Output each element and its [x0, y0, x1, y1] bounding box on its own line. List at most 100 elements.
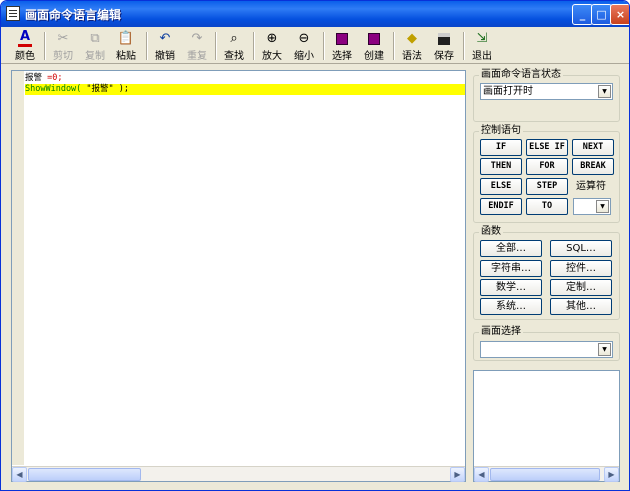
functions-group: 函数 全部… SQL… 字符串… 控件… 数学… 定制… 系统… 其他… [473, 226, 620, 320]
custom-functions-button[interactable]: 定制… [550, 279, 612, 296]
purple-square-icon [336, 33, 348, 45]
then-button[interactable]: THEN [480, 158, 522, 175]
save-label: 保存 [434, 51, 454, 62]
floppy-disk-icon [438, 33, 450, 45]
zoom-in-button[interactable]: ⊕ 放大 [256, 31, 288, 62]
zoom-in-icon: ⊕ [266, 31, 278, 46]
system-functions-button[interactable]: 系统… [480, 298, 542, 315]
functions-group-title: 函数 [479, 226, 503, 238]
create-label: 创建 [364, 51, 384, 62]
select-button[interactable]: 选择 [326, 31, 358, 62]
chevron-down-icon[interactable]: ▼ [598, 343, 611, 356]
screen-select[interactable]: ▼ [480, 341, 613, 358]
toolbar-separator [253, 32, 255, 60]
document-icon [6, 6, 20, 21]
window-title: 画面命令语言编辑 [25, 8, 122, 22]
toolbar-separator [393, 32, 395, 60]
toolbar-separator [146, 32, 148, 60]
scroll-thumb[interactable] [490, 468, 600, 481]
scroll-left-icon[interactable]: ◀ [12, 467, 27, 482]
other-functions-button[interactable]: 其他… [550, 298, 612, 315]
find-label: 查找 [224, 51, 244, 62]
redo-label: 重复 [187, 51, 207, 62]
chevron-down-icon[interactable]: ▼ [598, 85, 611, 98]
zoom-out-button[interactable]: ⊖ 缩小 [288, 31, 320, 62]
all-functions-button[interactable]: 全部… [480, 240, 542, 257]
code-editor[interactable]: 报警 =0; ShowWindow( "报警" ); ◀ ▶ [11, 70, 466, 482]
math-functions-button[interactable]: 数学… [480, 279, 542, 296]
for-button[interactable]: FOR [526, 158, 568, 175]
if-button[interactable]: IF [480, 139, 522, 156]
paste-label: 粘贴 [116, 51, 136, 62]
operator-select[interactable]: ▼ [573, 198, 611, 215]
redo-icon: ↷ [191, 31, 203, 46]
copy-button[interactable]: ⧉ 复制 [79, 31, 111, 62]
horizontal-scrollbar[interactable]: ◀ ▶ [474, 466, 619, 482]
else-if-button[interactable]: ELSE IF [526, 139, 568, 156]
warning-icon: ◆ [407, 31, 417, 46]
find-button[interactable]: ⌕ 查找 [218, 31, 250, 62]
editor-gutter [12, 71, 24, 465]
control-statements-group: 控制语句 IF ELSE IF NEXT THEN FOR BREAK ELSE… [473, 125, 620, 223]
horizontal-scrollbar[interactable]: ◀ ▶ [12, 466, 465, 482]
title-bar[interactable]: 画面命令语言编辑 _ □ × [1, 1, 629, 27]
syntax-button[interactable]: ◆ 语法 [396, 31, 428, 62]
color-label: 颜色 [15, 51, 35, 62]
close-button[interactable]: × [610, 4, 629, 25]
code-token: "报警" [81, 84, 114, 94]
help-panel: ◀ ▶ [473, 370, 620, 482]
toolbar-separator [463, 32, 465, 60]
cut-label: 剪切 [53, 51, 73, 62]
to-button[interactable]: TO [526, 198, 568, 215]
zoom-out-label: 缩小 [294, 51, 314, 62]
scroll-right-icon[interactable]: ▶ [604, 467, 619, 482]
select-label: 选择 [332, 51, 352, 62]
next-button[interactable]: NEXT [572, 139, 614, 156]
toolbar-separator [215, 32, 217, 60]
control-functions-button[interactable]: 控件… [550, 260, 612, 277]
clipboard-icon: 📋 [117, 31, 135, 46]
status-selected-value: 画面打开时 [483, 86, 533, 97]
copy-label: 复制 [85, 51, 105, 62]
command-editor-window: 画面命令语言编辑 _ □ × A 颜色 ✂ 剪切 ⧉ 复制 📋 粘贴 ↶ 撤销 … [0, 0, 630, 491]
sql-functions-button[interactable]: SQL… [550, 240, 612, 257]
status-select[interactable]: 画面打开时 ▼ [480, 83, 613, 100]
exit-button[interactable]: ⇲ 退出 [466, 31, 498, 62]
scroll-thumb[interactable] [28, 468, 141, 481]
else-button[interactable]: ELSE [480, 178, 522, 195]
purple-square-icon [368, 33, 380, 45]
paste-button[interactable]: 📋 粘贴 [110, 31, 142, 62]
zoom-in-label: 放大 [262, 51, 282, 62]
code-token: =0; [42, 73, 63, 83]
scissors-icon: ✂ [57, 31, 69, 46]
code-token: ShowWindow( [25, 84, 82, 94]
minimize-button[interactable]: _ [572, 4, 593, 25]
code-line-highlighted[interactable]: ShowWindow( "报警" ); [25, 84, 465, 95]
undo-button[interactable]: ↶ 撤销 [149, 31, 181, 62]
undo-icon: ↶ [159, 31, 171, 46]
code-token: ); [113, 84, 130, 94]
control-group-title: 控制语句 [479, 125, 523, 137]
status-group-title: 画面命令语言状态 [479, 69, 563, 81]
redo-button[interactable]: ↷ 重复 [181, 31, 213, 62]
toolbar-separator [44, 32, 46, 60]
maximize-button[interactable]: □ [591, 4, 612, 25]
create-button[interactable]: 创建 [358, 31, 390, 62]
break-button[interactable]: BREAK [572, 158, 614, 175]
scroll-right-icon[interactable]: ▶ [450, 467, 465, 482]
screen-select-group: 画面选择 ▼ [473, 326, 620, 361]
endif-button[interactable]: ENDIF [480, 198, 522, 215]
save-button[interactable]: 保存 [428, 31, 460, 62]
string-functions-button[interactable]: 字符串… [480, 260, 542, 277]
code-line[interactable]: 报警 =0; [25, 73, 63, 84]
font-color-icon: A [18, 30, 32, 47]
code-token: 报警 [25, 73, 43, 83]
chevron-down-icon[interactable]: ▼ [596, 200, 609, 213]
cut-button[interactable]: ✂ 剪切 [47, 31, 79, 62]
status-group: 画面命令语言状态 画面打开时 ▼ [473, 69, 620, 122]
color-button[interactable]: A 颜色 [9, 30, 41, 62]
step-button[interactable]: STEP [526, 178, 568, 195]
screen-group-title: 画面选择 [479, 326, 523, 338]
scroll-left-icon[interactable]: ◀ [474, 467, 489, 482]
copy-icon: ⧉ [90, 31, 100, 46]
